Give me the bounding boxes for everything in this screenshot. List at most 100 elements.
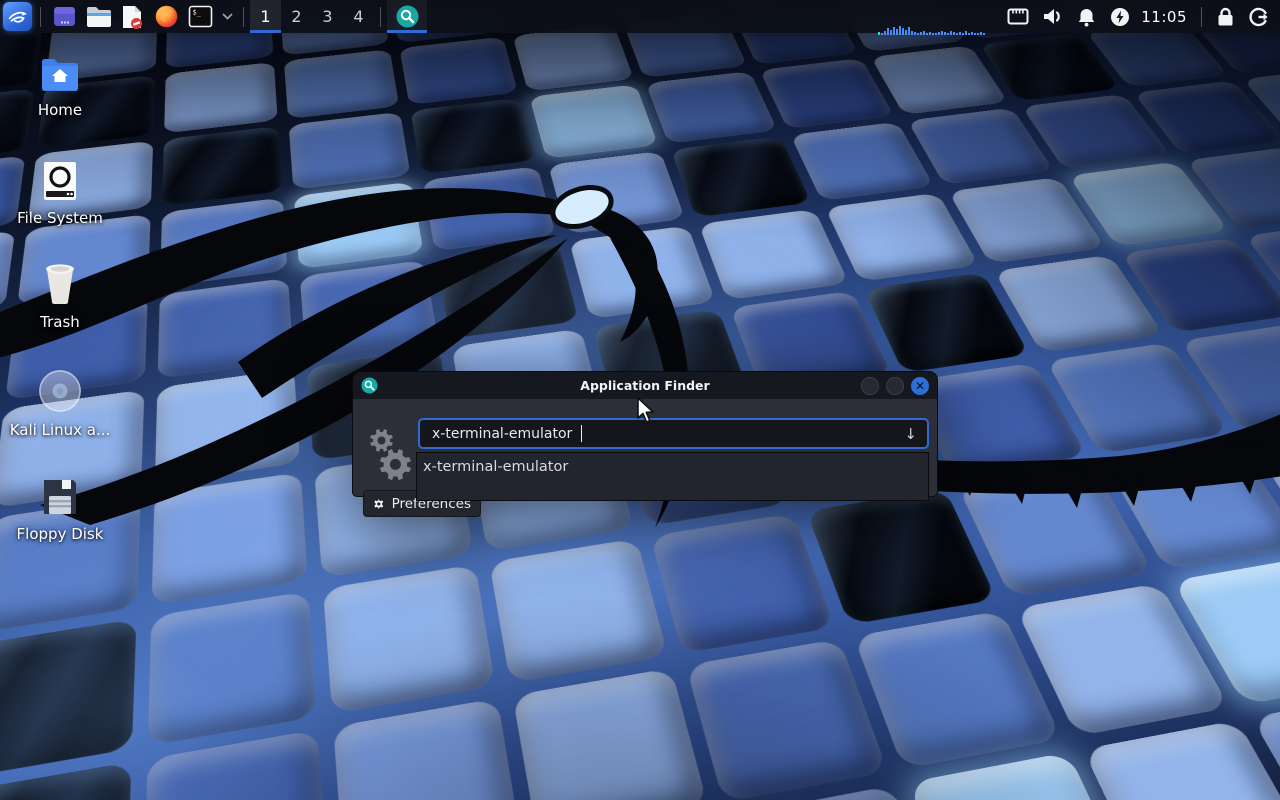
desktop-icon-label: Trash [40,313,80,331]
waveform-bar [938,32,940,35]
desktop-icon-home[interactable]: Home [12,56,108,119]
waveform-bar [941,31,943,35]
bell-icon [1077,7,1096,27]
waveform-bar [911,31,913,35]
waveform-bar [917,33,919,35]
workspace-number: 2 [291,7,301,26]
purple-app-icon [52,4,77,29]
kali-menu-icon [7,6,28,27]
logout-icon [1249,7,1269,27]
waveform-bar [962,33,964,35]
launcher-firefox[interactable] [151,2,181,32]
lock-screen-button[interactable] [1208,0,1242,33]
waveform-bar [932,33,934,35]
desktop-icon-kali-cdrom[interactable]: Kali Linux a... [12,368,108,439]
waveform-bar [947,33,949,35]
result-item[interactable]: x-terminal-emulator [417,453,928,475]
home-folder-icon [40,56,80,94]
waveform-bar [881,33,883,35]
waveform-bar [965,31,967,35]
gears-icon [362,427,414,483]
network-icon [1007,8,1029,25]
desktop-icon-trash[interactable]: Trash [12,262,108,331]
desktop-icon-label: Floppy Disk [17,525,104,543]
waveform-bar [980,32,982,35]
top-panel: $_ 1 2 3 4 [0,0,1280,33]
search-input[interactable]: x-terminal-emulator ↓ [418,418,929,449]
dropdown-arrow-icon[interactable]: ↓ [904,425,917,443]
desktop-icon-file-system[interactable]: File System [12,160,108,227]
waveform-bar [905,30,907,35]
titlebar[interactable]: Application Finder ✕ [352,371,938,399]
desktop-icon-label: Home [38,101,82,119]
launcher-file-manager[interactable] [83,2,113,32]
waveform-bar [920,32,922,35]
waveform-bar [935,33,937,35]
waveform-bar [893,27,895,35]
launcher-terminal[interactable]: $_ [185,2,215,32]
desktop-icon-label: File System [17,209,103,227]
panel-separator [40,7,41,27]
trash-icon [40,262,80,306]
maximize-button[interactable] [886,377,904,395]
terminal-dropdown-chevron[interactable] [219,2,235,32]
waveform-bar [968,33,970,35]
close-button[interactable]: ✕ [911,377,929,395]
minimize-button[interactable] [861,377,879,395]
waveform-bar [896,29,898,35]
waveform-decoration [878,26,985,35]
power-icon [1110,7,1130,27]
text-editor-icon [120,4,144,30]
panel-separator [1201,7,1202,27]
svg-text:$_: $_ [192,9,201,17]
workspace-1[interactable]: 1 [250,0,281,33]
workspace-number: 1 [260,7,270,26]
volume-tray-item[interactable] [1035,0,1069,33]
clock[interactable]: 11:05 [1137,8,1195,26]
desktop-icon-label: Kali Linux a... [10,421,111,439]
logout-button[interactable] [1242,0,1276,33]
waveform-bar [878,32,880,35]
desktop-icon-floppy[interactable]: Floppy Disk [12,476,108,543]
waveform-bar [914,32,916,35]
volume-icon [1042,7,1063,26]
panel-separator [380,7,381,27]
waveform-bar [923,31,925,35]
workspace-4[interactable]: 4 [343,0,374,33]
workspace-number: 3 [322,7,332,26]
waveform-bar [956,33,958,35]
chevron-down-icon [222,13,233,20]
text-caret [581,425,582,442]
workspace-2[interactable]: 2 [281,0,312,33]
file-manager-icon [85,5,111,29]
launcher-text-editor[interactable] [117,2,147,32]
waveform-bar [953,32,955,35]
panel-separator [243,7,244,27]
workspace-3[interactable]: 3 [312,0,343,33]
hard-disk-icon [40,160,80,202]
network-tray-item[interactable] [1001,0,1035,33]
power-manager-tray-item[interactable] [1103,0,1137,33]
waveform-bar [971,32,973,35]
waveform-bar [929,32,931,35]
search-results-popup: x-terminal-emulator [416,452,929,501]
waveform-bar [890,30,892,35]
waveform-bar [902,28,904,35]
cdrom-disc-icon [37,368,83,414]
desktop-root: Home File System Trash Kali Linux a... [0,0,1280,800]
appfinder-window-icon [361,377,378,394]
waveform-bar [977,33,979,35]
waveform-bar [974,33,976,35]
window-title: Application Finder [353,378,937,393]
launcher-purple-app[interactable] [49,2,79,32]
waveform-bar [959,32,961,35]
waveform-bar [926,33,928,35]
waveform-bar [899,26,901,35]
search-input-value: x-terminal-emulator [432,426,572,442]
system-tray: 11:05 [1001,0,1280,33]
kali-menu-button[interactable] [3,2,32,31]
waveform-bar [887,28,889,35]
notifications-tray-item[interactable] [1069,0,1103,33]
taskbar-application-finder[interactable] [387,0,427,33]
floppy-disk-icon [40,476,80,518]
